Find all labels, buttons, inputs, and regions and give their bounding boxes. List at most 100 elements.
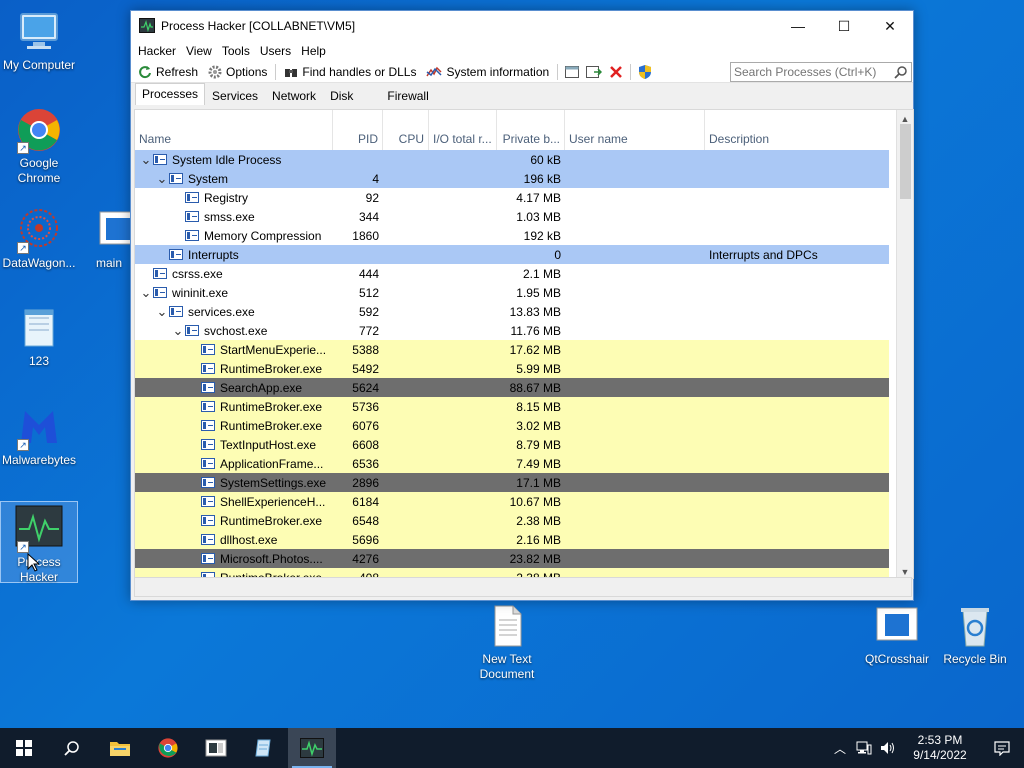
column-private-bytes[interactable]: Private b... <box>497 110 565 150</box>
process-row[interactable]: ⌄ svchost.exe 772 11.76 MB <box>135 321 889 340</box>
tab-disk[interactable]: Disk <box>323 85 360 105</box>
desktop-icon-datawagon[interactable]: ↗ DataWagon... <box>0 206 78 271</box>
column-cpu[interactable]: CPU <box>383 110 429 150</box>
search-button[interactable] <box>48 728 96 768</box>
go-to-window-button[interactable] <box>583 61 605 83</box>
process-row[interactable]: ⌄ services.exe 592 13.83 MB <box>135 302 889 321</box>
chevron-down-icon[interactable]: ⌄ <box>155 305 169 318</box>
scrollbar-thumb[interactable] <box>900 124 911 199</box>
column-io-total[interactable]: I/O total r... <box>429 110 497 150</box>
process-row[interactable]: ⌄ System Idle Process 60 kB <box>135 150 889 169</box>
process-window-icon <box>185 230 199 241</box>
minimize-button[interactable]: — <box>775 11 821 41</box>
process-pid: 5388 <box>352 342 379 357</box>
process-row[interactable]: smss.exe 344 1.03 MB <box>135 207 889 226</box>
process-name: TextInputHost.exe <box>220 437 317 452</box>
menu-hacker[interactable]: Hacker <box>133 44 181 58</box>
refresh-button[interactable]: Refresh <box>133 61 203 83</box>
column-user-name[interactable]: User name <box>565 110 705 150</box>
process-row[interactable]: RuntimeBroker.exe 6548 2.38 MB <box>135 511 889 530</box>
process-private-bytes: 192 kB <box>523 228 561 243</box>
chevron-up-icon: ︿ <box>833 741 846 756</box>
process-row[interactable]: Interrupts 0 Interrupts and DPCs <box>135 245 889 264</box>
process-row[interactable]: Microsoft.Photos.... 4276 23.82 MB <box>135 549 889 568</box>
show-hidden-icons-button[interactable]: ︿ <box>828 740 852 757</box>
options-button[interactable]: Options <box>203 61 272 83</box>
process-row[interactable]: SystemSettings.exe 2896 17.1 MB <box>135 473 889 492</box>
process-row[interactable]: Registry 92 4.17 MB <box>135 188 889 207</box>
terminate-button[interactable] <box>605 61 627 83</box>
process-private-bytes: 1.95 MB <box>516 285 561 300</box>
show-window-button[interactable] <box>561 61 583 83</box>
window-titlebar[interactable]: Process Hacker [COLLABNET\VM5] — ☐ ✕ <box>131 11 913 41</box>
process-row[interactable]: RuntimeBroker.exe 5736 8.15 MB <box>135 397 889 416</box>
desktop-icon-google-chrome[interactable]: ↗ Google Chrome <box>0 106 78 186</box>
desktop-icon-recycle-bin[interactable]: Recycle Bin <box>936 602 1014 667</box>
system-graph-icon <box>426 66 442 76</box>
process-private-bytes: 8.79 MB <box>516 437 561 452</box>
vertical-scrollbar[interactable]: ▲ ▼ <box>896 110 913 578</box>
taskbar-app-window[interactable] <box>192 728 240 768</box>
process-name: RuntimeBroker.exe <box>220 418 323 433</box>
desktop-icon-123[interactable]: 123 <box>0 304 78 369</box>
process-row[interactable]: ⌄ System 4 196 kB <box>135 169 889 188</box>
process-name: RuntimeBroker.exe <box>220 399 323 414</box>
process-row[interactable]: ShellExperienceH... 6184 10.67 MB <box>135 492 889 511</box>
network-tray-button[interactable] <box>852 741 876 755</box>
process-tree-header: Name PID CPU I/O total r... Private b...… <box>135 110 889 150</box>
process-row[interactable]: RuntimeBroker.exe 6076 3.02 MB <box>135 416 889 435</box>
desktop-icon-main[interactable]: main <box>86 206 136 271</box>
red-x-icon <box>610 65 623 78</box>
chevron-down-icon[interactable]: ⌄ <box>171 324 185 337</box>
process-window-icon <box>201 344 215 355</box>
maximize-button[interactable]: ☐ <box>821 11 867 41</box>
desktop-icon-my-computer[interactable]: My Computer <box>0 8 78 73</box>
find-handles-button[interactable]: Find handles or DLLs <box>279 61 421 83</box>
chevron-down-icon[interactable]: ⌄ <box>139 153 153 166</box>
desktop-icon-label: Malwarebytes <box>1 453 77 467</box>
volume-tray-button[interactable] <box>876 741 900 755</box>
column-pid[interactable]: PID <box>333 110 383 150</box>
taskbar-notepad[interactable] <box>240 728 288 768</box>
tab-processes[interactable]: Processes <box>135 83 206 105</box>
desktop-icon-qtcrosshair[interactable]: QtCrosshair <box>858 602 936 667</box>
menu-users[interactable]: Users <box>255 44 296 58</box>
system-information-button[interactable]: System information <box>421 61 554 83</box>
text-file-icon <box>483 602 531 650</box>
tab-firewall[interactable]: Firewall <box>380 85 435 105</box>
desktop-icon-process-hacker[interactable]: ↗ Process Hacker <box>0 501 78 584</box>
start-button[interactable] <box>0 728 48 768</box>
process-row[interactable]: ApplicationFrame... 6536 7.49 MB <box>135 454 889 473</box>
tab-services[interactable]: Services <box>205 85 265 105</box>
process-row[interactable]: dllhost.exe 5696 2.16 MB <box>135 530 889 549</box>
taskbar-chrome[interactable] <box>144 728 192 768</box>
search-processes-input[interactable] <box>731 63 894 81</box>
process-row[interactable]: RuntimeBroker.exe 5492 5.99 MB <box>135 359 889 378</box>
clock[interactable]: 2:53 PM 9/14/2022 <box>900 733 980 763</box>
notifications-button[interactable] <box>980 740 1024 756</box>
column-name[interactable]: Name <box>135 110 333 150</box>
process-row[interactable]: SearchApp.exe 5624 88.67 MB <box>135 378 889 397</box>
desktop-icon-label: QtCrosshair <box>864 652 929 666</box>
process-row[interactable]: ⌄ wininit.exe 512 1.95 MB <box>135 283 889 302</box>
process-pid: 344 <box>358 209 379 224</box>
search-processes-box[interactable] <box>730 62 912 82</box>
menu-help[interactable]: Help <box>296 44 331 58</box>
desktop-icon-new-text-document[interactable]: New Text Document <box>468 602 546 682</box>
process-row[interactable]: TextInputHost.exe 6608 8.79 MB <box>135 435 889 454</box>
desktop-icon-malwarebytes[interactable]: ↗ Malwarebytes <box>0 403 78 468</box>
process-row[interactable]: Memory Compression 1860 192 kB <box>135 226 889 245</box>
menu-view[interactable]: View <box>181 44 217 58</box>
elevate-button[interactable] <box>634 61 656 83</box>
clock-time: 2:53 PM <box>917 733 963 747</box>
taskbar-process-hacker[interactable] <box>288 728 336 768</box>
column-description[interactable]: Description <box>705 110 889 150</box>
process-row[interactable]: csrss.exe 444 2.1 MB <box>135 264 889 283</box>
chevron-down-icon[interactable]: ⌄ <box>139 286 153 299</box>
menu-tools[interactable]: Tools <box>217 44 255 58</box>
chevron-down-icon[interactable]: ⌄ <box>155 172 169 185</box>
tab-network[interactable]: Network <box>265 85 323 105</box>
taskbar-file-explorer[interactable] <box>96 728 144 768</box>
close-button[interactable]: ✕ <box>867 11 913 41</box>
process-row[interactable]: StartMenuExperie... 5388 17.62 MB <box>135 340 889 359</box>
